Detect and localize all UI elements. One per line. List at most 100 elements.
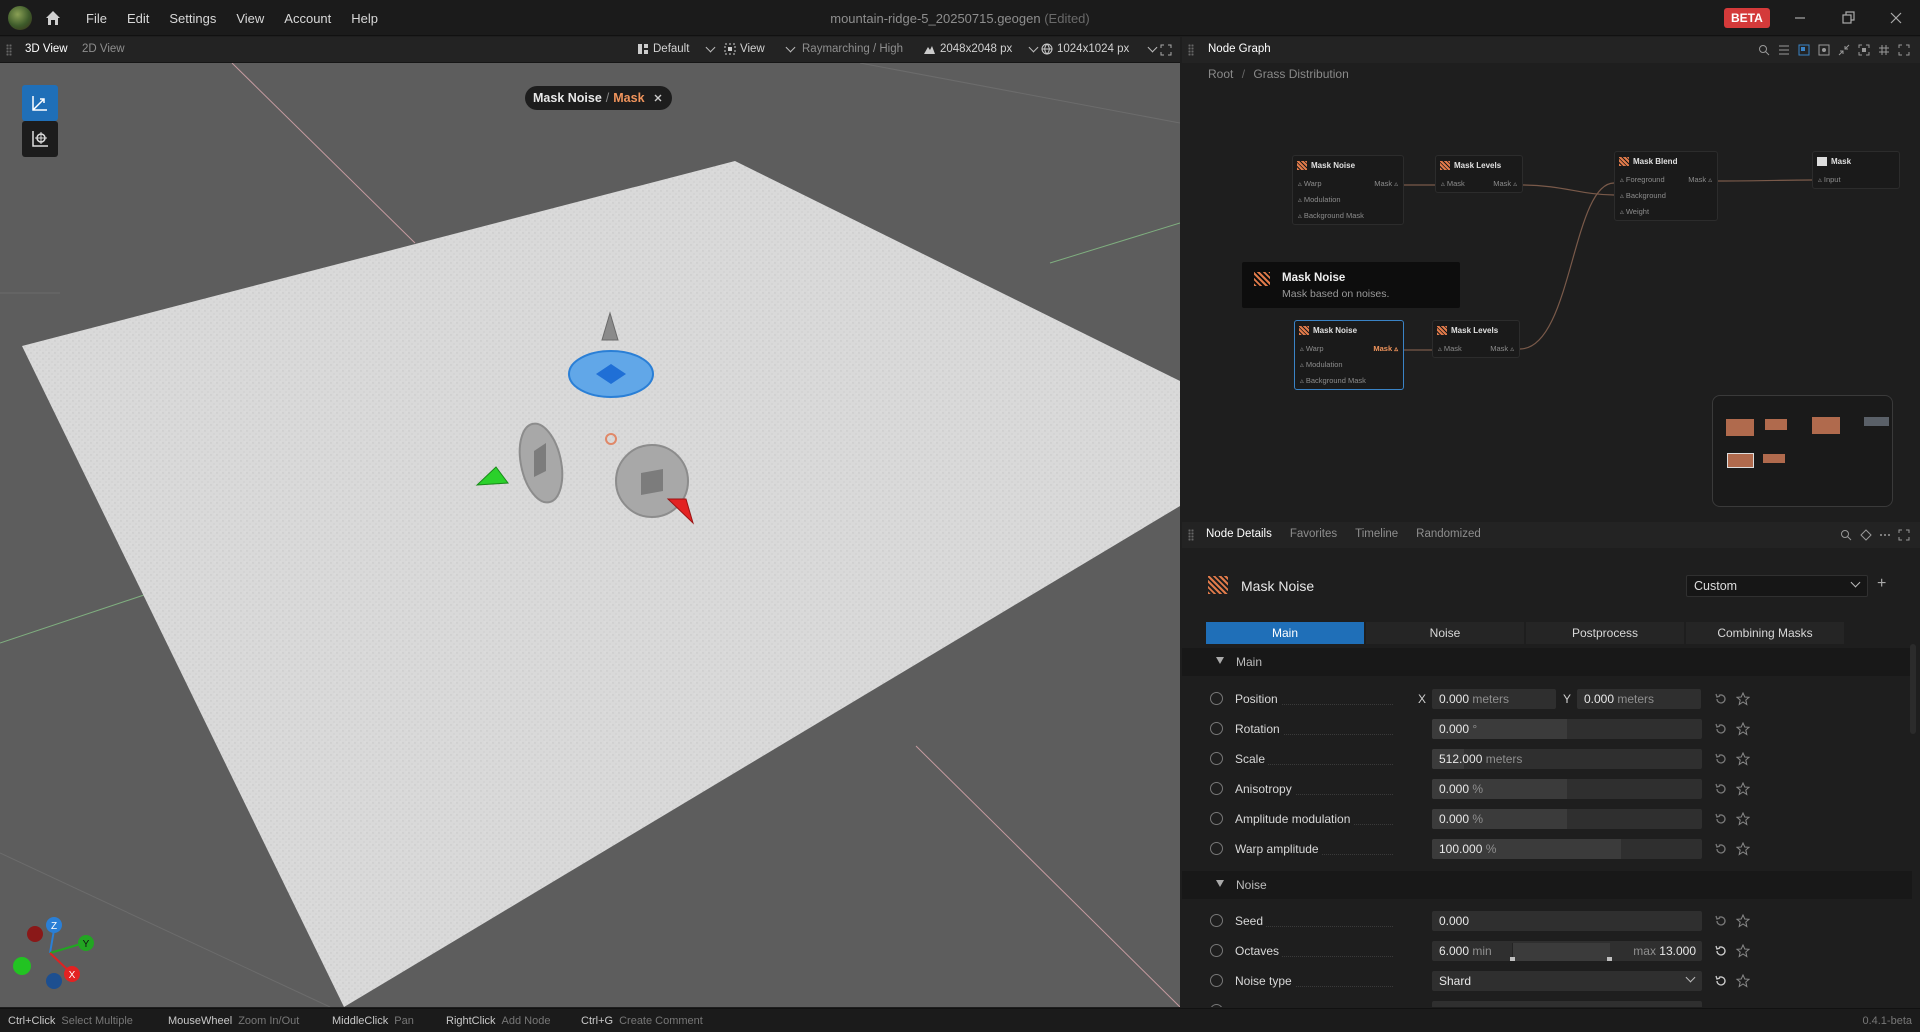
resolution-dropdown[interactable]: 2048x2048 px bbox=[923, 42, 1039, 55]
viewport-3d[interactable]: Z Y X Mask Noise / Mask bbox=[0, 63, 1180, 1007]
param-toggle[interactable] bbox=[1210, 842, 1223, 855]
subtab-main[interactable]: Main bbox=[1206, 622, 1364, 644]
minimize-icon[interactable] bbox=[1790, 8, 1810, 28]
tab-node-details[interactable]: Node Details bbox=[1206, 528, 1272, 540]
param-toggle[interactable] bbox=[1210, 974, 1223, 987]
section-header-main[interactable]: Main bbox=[1182, 648, 1912, 676]
subtab-noise[interactable]: Noise bbox=[1366, 622, 1524, 644]
search-icon[interactable] bbox=[1840, 529, 1852, 541]
range-track[interactable] bbox=[1510, 943, 1612, 961]
star-icon[interactable] bbox=[1736, 974, 1750, 988]
drag-handle-icon[interactable] bbox=[1188, 529, 1194, 541]
node-input-port[interactable]: ▵ Warp bbox=[1298, 179, 1322, 188]
node-output-port[interactable]: Mask ▵ bbox=[1374, 179, 1398, 188]
home-icon[interactable] bbox=[44, 9, 62, 27]
star-icon[interactable] bbox=[1736, 722, 1750, 736]
node-output-port[interactable]: Mask ▵ bbox=[1493, 179, 1517, 188]
drag-handle-icon[interactable] bbox=[1188, 44, 1194, 56]
range-min-handle[interactable] bbox=[1510, 957, 1515, 961]
reset-icon[interactable] bbox=[1714, 944, 1728, 958]
octaves-range[interactable]: 6.000 min max 13.000 bbox=[1432, 941, 1702, 961]
tab-3d-view[interactable]: 3D View bbox=[25, 43, 68, 55]
star-icon[interactable] bbox=[1736, 812, 1750, 826]
node-output-port[interactable]: Mask ▵ bbox=[1373, 344, 1398, 353]
node-input-port[interactable]: ▵ Background Mask bbox=[1300, 376, 1366, 385]
reset-icon[interactable] bbox=[1714, 692, 1728, 706]
close-icon[interactable] bbox=[652, 92, 664, 104]
node-graph-canvas[interactable]: Root / Grass Distribution Mask Noise ▵ W… bbox=[1182, 63, 1920, 518]
fit-view-icon[interactable] bbox=[1858, 44, 1870, 56]
graph-node-mask-levels-2[interactable]: Mask Levels ▵ Mask Mask ▵ bbox=[1432, 320, 1520, 358]
menu-account[interactable]: Account bbox=[274, 11, 341, 26]
seed-input[interactable]: 0.000 bbox=[1432, 911, 1702, 931]
star-icon[interactable] bbox=[1736, 842, 1750, 856]
graph-node-mask-levels[interactable]: Mask Levels ▵ Mask Mask ▵ bbox=[1435, 155, 1523, 193]
fullscreen-icon[interactable] bbox=[1160, 44, 1172, 56]
menu-settings[interactable]: Settings bbox=[159, 11, 226, 26]
section-header-noise[interactable]: Noise bbox=[1182, 871, 1912, 899]
node-input-port[interactable]: ▵ Modulation bbox=[1298, 195, 1341, 204]
node-output-port[interactable]: Mask ▵ bbox=[1688, 175, 1712, 184]
restore-icon[interactable] bbox=[1838, 8, 1858, 28]
fullscreen-icon[interactable] bbox=[1898, 529, 1910, 541]
subtab-postprocess[interactable]: Postprocess bbox=[1526, 622, 1684, 644]
param-toggle[interactable] bbox=[1210, 692, 1223, 705]
star-icon[interactable] bbox=[1736, 914, 1750, 928]
node-input-port[interactable]: ▵ Mask bbox=[1441, 179, 1465, 188]
amplitude-modulation-slider[interactable]: 0.000 % bbox=[1432, 809, 1702, 829]
active-node-pill[interactable]: Mask Noise / Mask bbox=[525, 86, 672, 110]
layout-toggle-icon[interactable] bbox=[1798, 44, 1810, 56]
param-toggle[interactable] bbox=[1210, 752, 1223, 765]
range-max-handle[interactable] bbox=[1607, 957, 1612, 961]
node-input-port[interactable]: ▵ Background Mask bbox=[1298, 211, 1364, 220]
param-toggle[interactable] bbox=[1210, 1004, 1223, 1007]
reset-icon[interactable] bbox=[1714, 974, 1728, 988]
reset-icon[interactable] bbox=[1714, 812, 1728, 826]
graph-node-mask-noise-selected[interactable]: Mask Noise ▵ Warp ▵ Modulation ▵ Backgro… bbox=[1294, 320, 1404, 390]
graph-node-mask-output[interactable]: Mask ▵ Input bbox=[1812, 151, 1900, 189]
reset-icon[interactable] bbox=[1714, 782, 1728, 796]
param-input[interactable] bbox=[1432, 1001, 1702, 1007]
graph-node-mask-noise[interactable]: Mask Noise ▵ Warp ▵ Modulation ▵ Backgro… bbox=[1292, 155, 1404, 225]
param-toggle[interactable] bbox=[1210, 722, 1223, 735]
search-icon[interactable] bbox=[1758, 44, 1770, 56]
tab-timeline[interactable]: Timeline bbox=[1355, 528, 1398, 540]
rotation-slider[interactable]: 0.000 ° bbox=[1432, 719, 1702, 739]
param-toggle[interactable] bbox=[1210, 944, 1223, 957]
frame-icon[interactable] bbox=[1818, 44, 1830, 56]
tab-2d-view[interactable]: 2D View bbox=[82, 43, 125, 55]
tab-randomized[interactable]: Randomized bbox=[1416, 528, 1481, 540]
node-input-port[interactable]: ▵ Input bbox=[1818, 175, 1841, 184]
reset-icon[interactable] bbox=[1714, 842, 1728, 856]
diamond-icon[interactable] bbox=[1860, 529, 1872, 541]
menu-view[interactable]: View bbox=[226, 11, 274, 26]
star-icon[interactable] bbox=[1736, 692, 1750, 706]
param-toggle[interactable] bbox=[1210, 914, 1223, 927]
node-output-port[interactable]: Mask ▵ bbox=[1490, 344, 1514, 353]
list-icon[interactable] bbox=[1778, 44, 1790, 56]
pivot-tool-button[interactable] bbox=[22, 121, 58, 157]
node-input-port[interactable]: ▵ Weight bbox=[1620, 207, 1649, 216]
scale-slider[interactable]: 512.000 meters bbox=[1432, 749, 1702, 769]
tab-favorites[interactable]: Favorites bbox=[1290, 528, 1337, 540]
neg-y-axis-dot[interactable] bbox=[13, 957, 31, 975]
subtab-combining-masks[interactable]: Combining Masks bbox=[1686, 622, 1844, 644]
view-dropdown[interactable]: View bbox=[724, 42, 796, 55]
grid-snap-icon[interactable] bbox=[1878, 44, 1890, 56]
graph-node-mask-blend[interactable]: Mask Blend ▵ Foreground ▵ Background ▵ W… bbox=[1614, 151, 1718, 221]
reset-icon[interactable] bbox=[1714, 752, 1728, 766]
terrain-plane[interactable] bbox=[22, 161, 1180, 1007]
menu-file[interactable]: File bbox=[76, 11, 117, 26]
star-icon[interactable] bbox=[1736, 782, 1750, 796]
reset-icon[interactable] bbox=[1714, 914, 1728, 928]
position-x-input[interactable]: 0.000 meters bbox=[1432, 689, 1556, 709]
node-input-port[interactable]: ▵ Foreground bbox=[1620, 175, 1665, 184]
noise-type-dropdown[interactable]: Shard bbox=[1432, 971, 1702, 991]
layout-dropdown[interactable]: Default bbox=[637, 42, 716, 55]
star-icon[interactable] bbox=[1736, 944, 1750, 958]
position-y-input[interactable]: 0.000 meters bbox=[1577, 689, 1701, 709]
close-icon[interactable] bbox=[1886, 8, 1906, 28]
neg-z-axis-dot[interactable] bbox=[46, 973, 62, 989]
drag-handle-icon[interactable] bbox=[6, 44, 12, 56]
node-input-port[interactable]: ▵ Modulation bbox=[1300, 360, 1343, 369]
